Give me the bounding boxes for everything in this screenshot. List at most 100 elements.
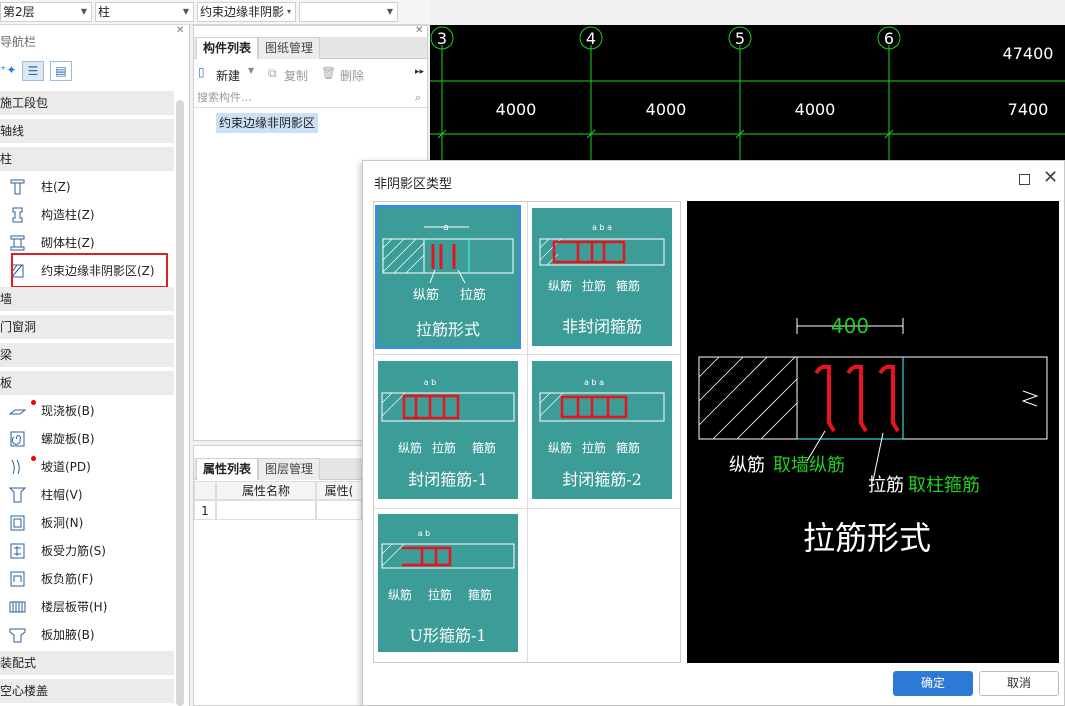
new-icon: ▯	[198, 65, 205, 79]
search-input[interactable]: 搜索构件... ⌕	[194, 88, 427, 108]
extra-select[interactable]: ▼	[299, 2, 398, 22]
nav-item-label: 坡道(PD)	[41, 460, 91, 474]
component-select[interactable]: 约束边缘非阴影 ▾	[197, 2, 296, 22]
nav-item-label: 楼层板带(H)	[41, 600, 108, 614]
new-button[interactable]: 新建	[216, 67, 240, 84]
nav-section-construction[interactable]: 施工段包	[0, 91, 174, 115]
non-shadow-type-dialog: 非阴影区类型 ✕ a 纵筋 拉筋 拉筋形式 a b a 纵筋 拉筋 箍筋 非封闭…	[362, 160, 1065, 706]
cad-canvas[interactable]: 3 4 5 6 4000 4000 4000 7400 47400	[430, 25, 1065, 160]
close-icon[interactable]: ✕	[415, 25, 423, 36]
column-cap-icon	[9, 487, 26, 503]
nav-scrollbar[interactable]	[176, 100, 184, 706]
type-option-closed-stirrup-1[interactable]: a b 纵筋 拉筋 箍筋 封闭箍筋-1	[378, 361, 518, 499]
type-option-tie[interactable]: a 纵筋 拉筋 拉筋形式	[375, 205, 521, 349]
tab-properties[interactable]: 属性列表	[196, 458, 259, 480]
table-cell[interactable]	[216, 500, 316, 520]
delete-button[interactable]: 删除	[340, 67, 364, 84]
tab-component-list[interactable]: 构件列表	[196, 37, 259, 59]
nav-section-column[interactable]: 柱	[0, 147, 174, 171]
nav-item-label: 螺旋板(B)	[41, 432, 95, 446]
more-icon[interactable]: ▸▸	[415, 67, 424, 77]
nav-item-slab-haunch[interactable]: 板加腋(B)	[0, 621, 174, 649]
list-view-icon[interactable]: ☰	[22, 61, 44, 81]
new-indicator-dot	[31, 456, 36, 461]
axis-label: 4	[586, 29, 596, 48]
chevron-down-icon: ▾	[286, 7, 291, 16]
nav-section-label: 轴线	[0, 124, 25, 138]
confirm-button[interactable]: 确定	[893, 671, 973, 696]
top-toolbar: 第2层 ▼ 柱 ▼ 约束边缘非阴影 ▾ ▼	[0, 0, 430, 25]
thumb-sublabel: 箍筋	[468, 587, 492, 602]
detail-view-icon[interactable]: ▤	[50, 61, 72, 81]
nav-item-slab-strip[interactable]: 楼层板带(H)	[0, 593, 174, 621]
nav-section-label: 梁	[0, 348, 13, 362]
nav-title: 导航栏	[0, 35, 37, 49]
type-option-u-stirrup-1[interactable]: a b 纵筋 拉筋 箍筋 U形箍筋-1	[378, 514, 518, 652]
trash-icon: 🗑	[321, 66, 337, 80]
chevron-down-icon[interactable]: ▼	[248, 66, 254, 75]
confirm-label: 确定	[920, 676, 945, 690]
grid-corner	[194, 481, 216, 500]
nav-section-axis[interactable]: 轴线	[0, 119, 174, 143]
type-preview: 400 纵筋 取墙纵筋 拉筋 取柱箍筋 拉筋形式	[687, 201, 1059, 663]
new-indicator-dot	[31, 400, 36, 405]
close-icon[interactable]: ✕	[176, 25, 184, 36]
nav-section-wall[interactable]: 墙	[0, 287, 174, 311]
nav-item-constructional-column[interactable]: 构造柱(Z)	[0, 201, 174, 229]
dimension-label: 400	[831, 314, 869, 338]
tab-label: 图纸管理	[265, 41, 314, 55]
slab-strip-icon	[9, 601, 26, 613]
sparkle-icon[interactable]: ⁺✦	[0, 63, 16, 77]
nav-item-label: 板洞(N)	[41, 516, 84, 530]
tab-layer-management[interactable]: 图层管理	[258, 458, 321, 480]
nav-view-toolbar: ⁺✦ ☰ ▤	[0, 61, 76, 83]
nav-section-slab[interactable]: 板	[0, 371, 174, 395]
slab-negative-rebar-icon	[10, 571, 25, 587]
floor-select[interactable]: 第2层 ▼	[0, 2, 92, 22]
nav-section-door-window[interactable]: 门窗洞	[0, 315, 174, 339]
column-header-value: 属性(	[316, 481, 362, 500]
chevron-down-icon: ▼	[80, 7, 87, 16]
thumb-sublabel: 纵筋	[388, 587, 412, 602]
nav-item-ramp[interactable]: 坡道(PD)	[0, 453, 174, 481]
nav-item-spiral-slab[interactable]: 螺旋板(B)	[0, 425, 174, 453]
nav-section-beam[interactable]: 梁	[0, 343, 174, 367]
thumb-sublabel: 箍筋	[616, 440, 640, 455]
nav-section-label: 施工段包	[0, 96, 49, 110]
svg-text:a b a: a b a	[584, 378, 604, 387]
nav-section-label: 空心楼盖	[0, 684, 49, 698]
nav-item-column[interactable]: 柱(Z)	[0, 173, 174, 201]
axis-label: 3	[437, 29, 447, 48]
nav-item-slab-main-rebar[interactable]: 板受力筋(S)	[0, 537, 174, 565]
table-cell[interactable]	[316, 500, 362, 520]
thumb-sublabel: 箍筋	[616, 278, 640, 293]
type-thumbnail-grid: a 纵筋 拉筋 拉筋形式 a b a 纵筋 拉筋 箍筋 非封闭箍筋 a b 纵筋…	[373, 201, 681, 663]
nav-section-hollow-floor[interactable]: 空心楼盖	[0, 679, 174, 703]
nav-item-label: 板受力筋(S)	[41, 544, 106, 558]
tab-drawing-management[interactable]: 图纸管理	[258, 37, 321, 59]
nav-item-label: 柱帽(V)	[41, 488, 83, 502]
nav-item-label: 板负筋(F)	[41, 572, 94, 586]
type-option-closed-stirrup-2[interactable]: a b a 纵筋 拉筋 箍筋 封闭箍筋-2	[532, 361, 672, 499]
component-tabs: 构件列表 图纸管理	[194, 37, 427, 59]
preview-diagram: 400 纵筋 取墙纵筋 拉筋 取柱箍筋 拉筋形式	[698, 314, 1048, 557]
column-icon	[10, 179, 25, 195]
nav-item-slab-hole[interactable]: 板洞(N)	[0, 509, 174, 537]
component-list-item[interactable]: 约束边缘非阴影区	[216, 113, 319, 133]
cancel-button[interactable]: 取消	[979, 671, 1059, 696]
thumb-sublabel: 纵筋	[413, 287, 439, 303]
column-header-name: 属性名称	[216, 481, 316, 500]
nav-item-cast-slab[interactable]: 现浇板(B)	[0, 397, 174, 425]
maximize-icon[interactable]	[1019, 174, 1030, 185]
close-icon[interactable]: ✕	[1043, 167, 1058, 188]
type-option-open-stirrup[interactable]: a b a 纵筋 拉筋 箍筋 非封闭箍筋	[532, 208, 672, 346]
thumb-sublabel: 纵筋	[548, 440, 572, 455]
nav-section-prefab[interactable]: 装配式	[0, 651, 174, 675]
nav-item-label: 板加腋(B)	[41, 628, 95, 642]
component-select-value: 约束边缘非阴影	[200, 5, 285, 19]
slab-hole-icon	[10, 515, 25, 531]
nav-item-slab-negative-rebar[interactable]: 板负筋(F)	[0, 565, 174, 593]
nav-item-column-cap[interactable]: 柱帽(V)	[0, 481, 174, 509]
category-select[interactable]: 柱 ▼	[95, 2, 194, 22]
copy-button[interactable]: 复制	[284, 67, 308, 84]
